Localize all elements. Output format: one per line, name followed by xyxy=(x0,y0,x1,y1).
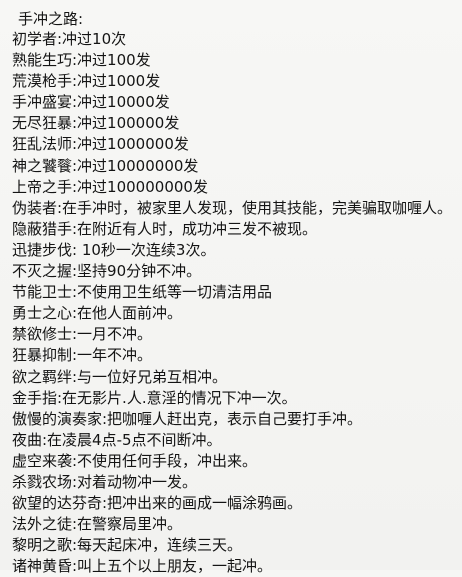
achievement-line: 上帝之手:冲过100000000发 xyxy=(12,177,208,196)
achievement-line: 伪装者:在手冲时，被家里人发现，使用其技能，完美骗取咖喱人。 xyxy=(12,198,453,217)
achievement-list: 初学者:冲过10次 熟能生巧:冲过100发 荒漠枪手:冲过1000发 手冲盛宴:… xyxy=(12,29,456,577)
achievement-line: 夜曲:在凌晨4点-5点不间断冲。 xyxy=(12,430,222,449)
document: 手冲之路: 初学者:冲过10次 熟能生巧:冲过100发 荒漠枪手:冲过1000发… xyxy=(0,0,462,575)
achievement-line: 迅捷步伐: 10秒一次连续3次。 xyxy=(12,240,216,259)
achievement-line: 狂暴抑制:一年不冲。 xyxy=(12,346,153,365)
achievement-line: 诸神黄昏:叫上五个以上朋友，一起冲。 xyxy=(12,557,273,576)
achievement-line: 隐蔽猎手:在附近有人时，成功冲三发不被现。 xyxy=(12,219,318,238)
achievement-line: 熟能生巧:冲过100发 xyxy=(12,51,151,70)
achievement-line: 神之饕餮:冲过10000000发 xyxy=(12,156,199,175)
achievement-line: 节能卫士:不使用卫生纸等一切清洁用品 xyxy=(12,283,273,302)
achievement-line: 不灭之握:坚持90分钟不冲。 xyxy=(12,262,202,281)
document-title: 手冲之路: xyxy=(18,10,84,28)
achievement-line: 无尽狂暴:冲过100000发 xyxy=(12,114,180,133)
achievement-line: 杀戮农场:对着动物冲一发。 xyxy=(12,472,198,491)
achievement-line: 金手指:在无影片.人.意淫的情况下冲一次。 xyxy=(12,388,297,407)
achievement-line: 勇士之心:在他人面前冲。 xyxy=(12,304,183,323)
achievement-line: 荒漠枪手:冲过1000发 xyxy=(12,72,161,91)
achievement-line: 欲之羁绊:与一位好兄弟互相冲。 xyxy=(12,367,228,386)
achievement-line: 手冲盛宴:冲过10000发 xyxy=(12,93,170,112)
achievement-line: 傲慢的演奏家:把咖喱人赶出克，表示自己要打手冲。 xyxy=(12,409,363,428)
achievement-line: 初学者:冲过10次 xyxy=(12,30,127,48)
achievement-line: 禁欲修士:一月不冲。 xyxy=(12,325,153,344)
achievement-line: 黎明之歌:每天起床冲，连续三天。 xyxy=(12,536,243,555)
achievement-line: 狂乱法师:冲过1000000发 xyxy=(12,135,189,154)
achievement-line: 法外之徒:在警察局里冲。 xyxy=(12,515,183,534)
achievement-line: 虚空来袭:不使用任何手段，冲出来。 xyxy=(12,451,258,470)
achievement-line: 欲望的达芬奇:把冲出来的画成一幅涂鸦画。 xyxy=(12,494,303,513)
